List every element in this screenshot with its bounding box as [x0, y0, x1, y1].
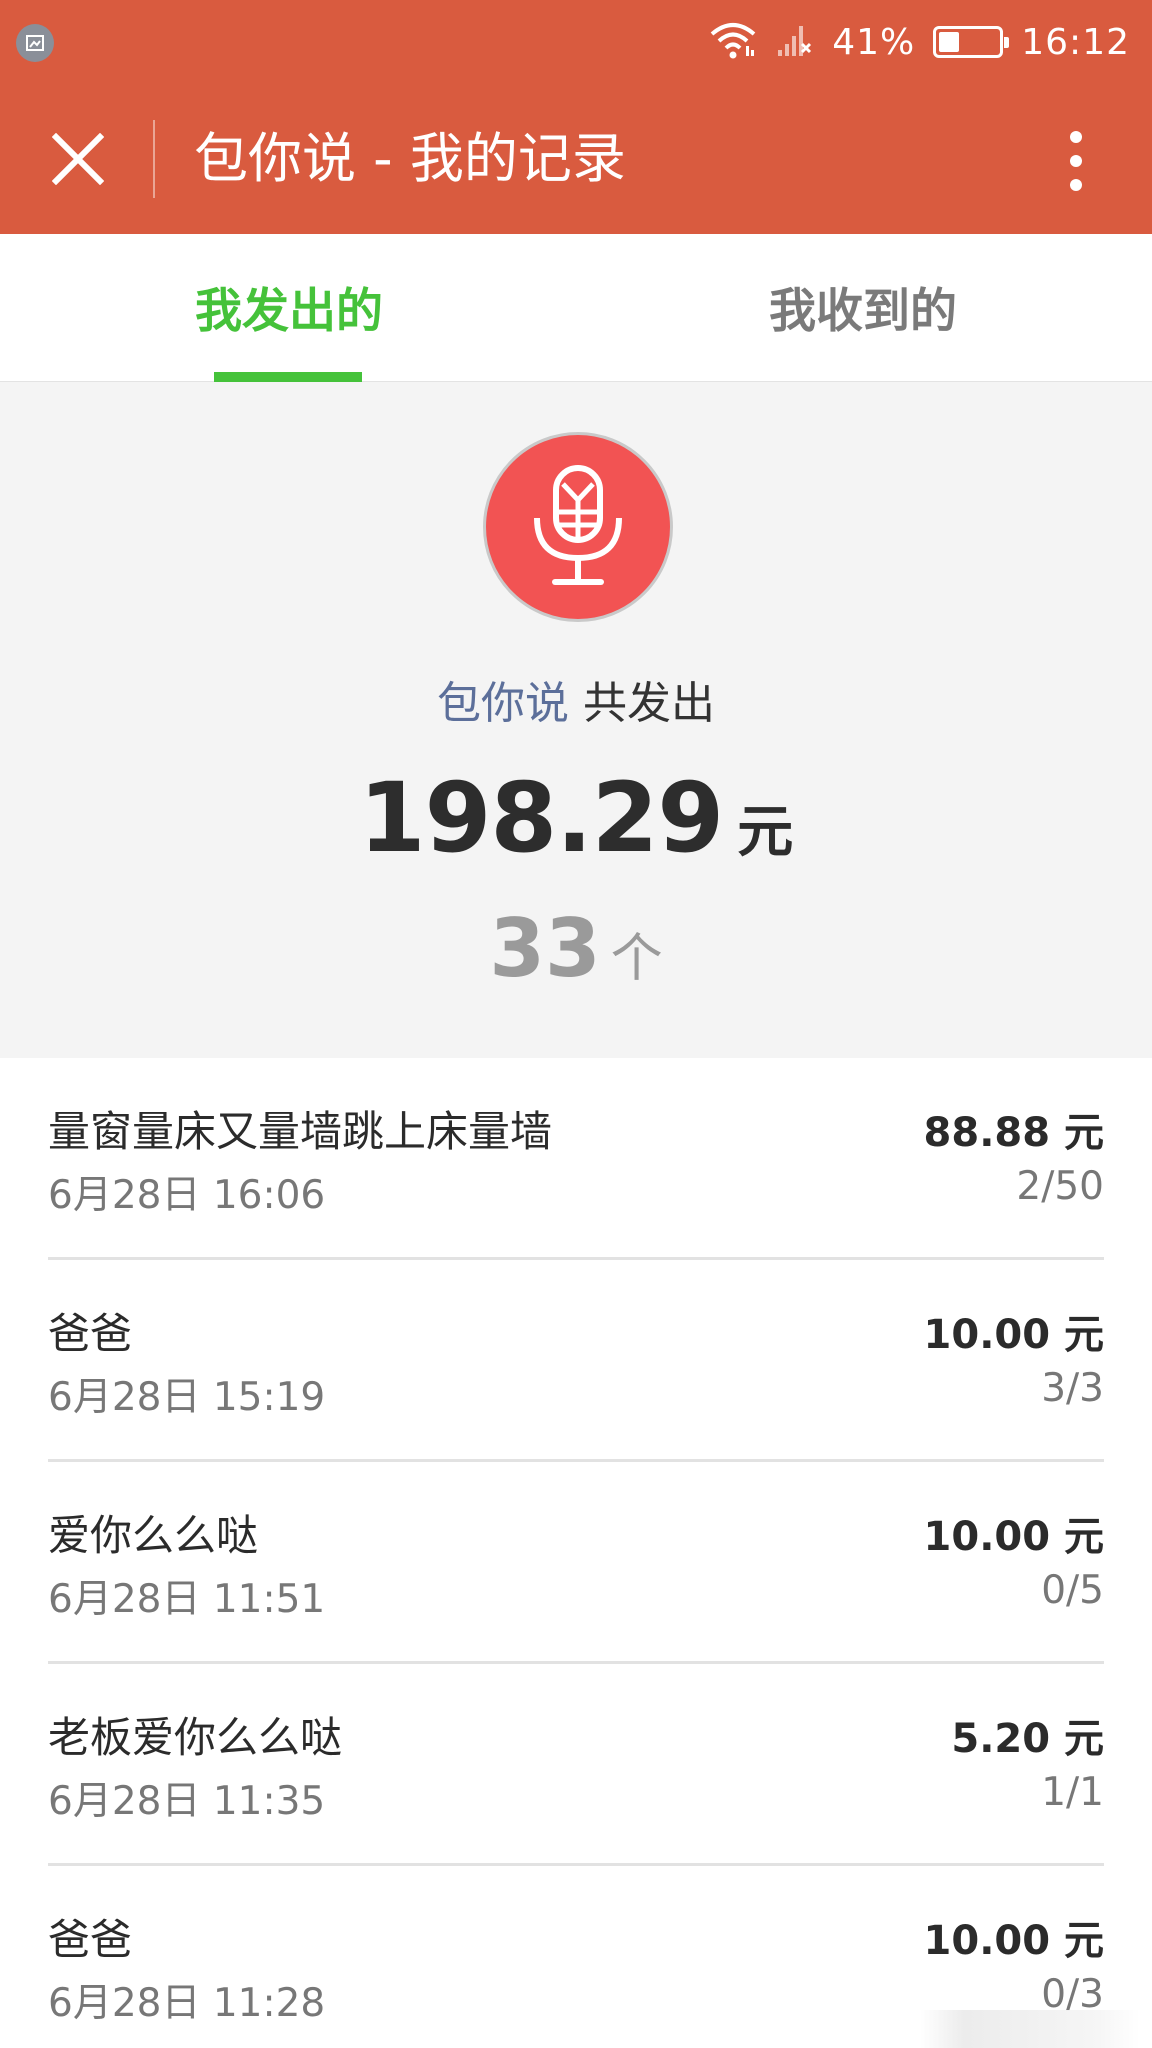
- record-title: 爸爸: [48, 1915, 133, 1964]
- tab-bar: 我发出的 我收到的: [0, 234, 1152, 382]
- list-item[interactable]: 老板爱你么么哒 6月28日 11:35 5.20 元 1/1: [0, 1664, 1152, 1866]
- list-item[interactable]: 爱你么么哒 6月28日 11:51 10.00 元 0/5: [0, 1462, 1152, 1664]
- status-right: 41% 16:12: [708, 14, 1130, 70]
- brand-name: 包你说: [437, 678, 569, 729]
- page-title: 包你说 - 我的记录: [194, 127, 626, 190]
- app-bar: 包你说 - 我的记录: [0, 84, 1152, 234]
- record-time: 6月28日 11:35: [48, 1779, 326, 1824]
- list-item[interactable]: 爸爸 6月28日 15:19 10.00 元 3/3: [0, 1260, 1152, 1462]
- list-item[interactable]: 爸爸 6月28日 11:28 10.00 元 0/3: [0, 1866, 1152, 2048]
- total-amount-value: 198.29: [358, 762, 724, 874]
- more-options-button[interactable]: [1040, 124, 1112, 198]
- app-bar-divider: [153, 120, 155, 198]
- summary-label: 共发出: [583, 678, 715, 729]
- record-amount: 10.00 元: [923, 1514, 1104, 1560]
- tab-sent-label: 我发出的: [195, 284, 383, 339]
- battery-level: [939, 32, 960, 52]
- record-amount: 10.00 元: [923, 1312, 1104, 1358]
- record-time: 6月28日 11:51: [48, 1577, 326, 1622]
- total-count-value: 33: [489, 902, 601, 995]
- screenshot-icon: [16, 24, 54, 62]
- summary-caption: 包你说 共发出: [0, 674, 1152, 734]
- record-list: 量窗量床又量墙跳上床量墙 6月28日 16:06 88.88 元 2/50 爸爸…: [0, 1058, 1152, 2048]
- total-amount: 198.29 元: [0, 762, 1152, 874]
- active-tab-indicator: [214, 372, 362, 382]
- microphone-icon: [534, 465, 622, 585]
- record-amount: 88.88 元: [923, 1110, 1104, 1156]
- total-amount-unit: 元: [737, 800, 794, 865]
- scroll-shadow: [920, 2010, 1140, 2048]
- record-amount: 5.20 元: [951, 1716, 1104, 1762]
- battery-percent: 41%: [832, 21, 916, 63]
- microphone-badge: [483, 432, 673, 622]
- record-count: 2/50: [1016, 1164, 1104, 1209]
- record-count: 3/3: [1041, 1366, 1104, 1411]
- record-count: 0/5: [1041, 1568, 1104, 1613]
- record-time: 6月28日 11:28: [48, 1981, 326, 2026]
- status-bar: 41% 16:12: [0, 0, 1152, 84]
- page: 41% 16:12 包你说 - 我的记录 我发出的 我收到的 包你说 共发出 1…: [0, 0, 1152, 2048]
- battery-icon: [933, 26, 1010, 58]
- record-time: 6月28日 16:06: [48, 1173, 326, 1218]
- tab-received[interactable]: 我收到的: [576, 234, 1152, 382]
- close-icon: [52, 133, 104, 185]
- wifi-icon: [708, 20, 758, 64]
- record-time: 6月28日 15:19: [48, 1375, 326, 1420]
- tab-received-label: 我收到的: [769, 284, 957, 339]
- close-button[interactable]: [36, 122, 120, 196]
- record-count: 1/1: [1041, 1770, 1104, 1815]
- total-count: 33 个: [0, 902, 1152, 995]
- record-amount: 10.00 元: [923, 1918, 1104, 1964]
- summary-panel: 包你说 共发出 198.29 元 33 个: [0, 382, 1152, 1058]
- signal-icon: [776, 20, 814, 64]
- record-title: 老板爱你么么哒: [48, 1713, 343, 1762]
- record-title: 量窗量床又量墙跳上床量墙: [48, 1107, 553, 1156]
- more-vertical-icon: [1070, 131, 1082, 143]
- total-count-unit: 个: [610, 929, 663, 989]
- record-title: 爱你么么哒: [48, 1511, 259, 1560]
- status-time: 16:12: [1021, 21, 1130, 63]
- list-item[interactable]: 量窗量床又量墙跳上床量墙 6月28日 16:06 88.88 元 2/50: [0, 1058, 1152, 1260]
- tab-sent[interactable]: 我发出的: [0, 234, 576, 382]
- record-title: 爸爸: [48, 1309, 133, 1358]
